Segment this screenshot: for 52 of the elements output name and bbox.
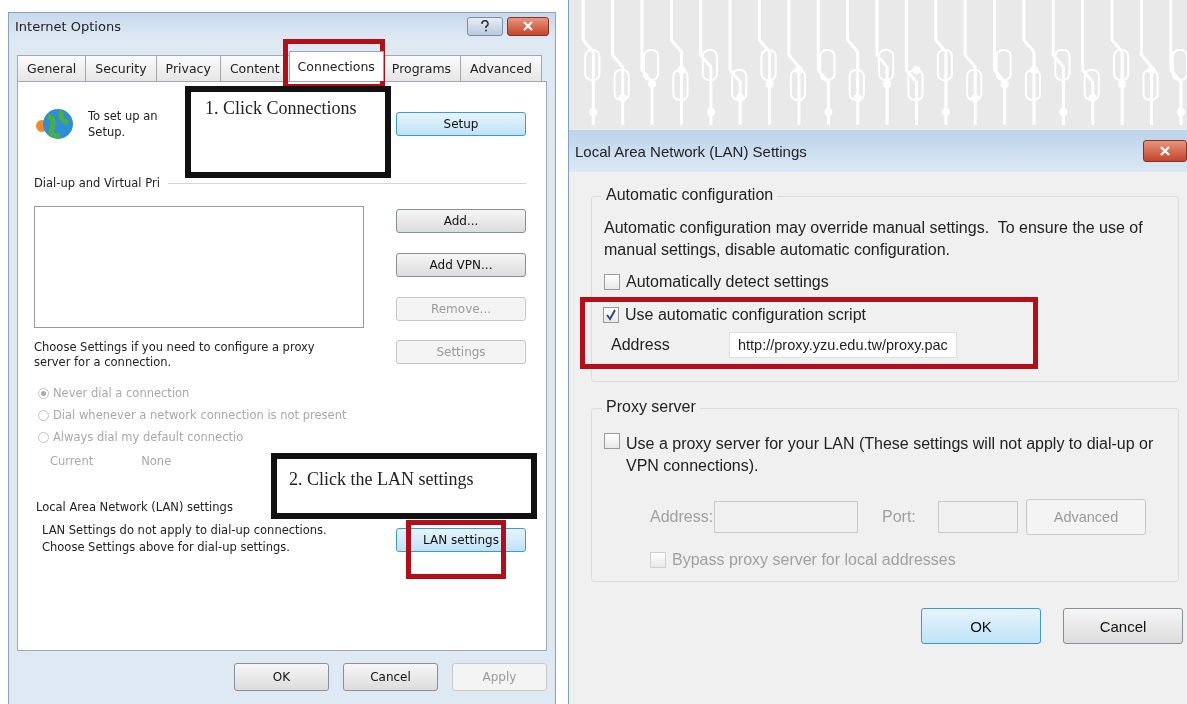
window-title: Internet Options — [15, 18, 121, 34]
close-icon — [522, 21, 534, 31]
field-label: Address: — [650, 508, 714, 526]
dialog-button[interactable]: Cancel — [1063, 608, 1183, 644]
description-text: Automatic configuration may override manual settings. To ensure the use of manual settings, disable automatic configuration. — [604, 218, 1144, 260]
dialog-button[interactable]: LAN settings — [396, 528, 526, 552]
checkbox[interactable] — [603, 307, 619, 323]
lan-text: LAN Settings do not apply to dial-up connections. Choose Settings above for dial-up settings. — [42, 522, 328, 556]
callout-text: 2. Click the LAN settings — [271, 453, 537, 519]
help-icon — [480, 20, 490, 32]
checkbox[interactable] — [604, 274, 620, 290]
dialog-button[interactable]: Setup — [396, 112, 526, 136]
tab[interactable]: Connections — [288, 51, 384, 81]
tab[interactable]: Privacy — [155, 55, 221, 81]
checkbox[interactable] — [604, 433, 620, 449]
section-heading: Local Area Network (LAN) settings — [36, 500, 234, 514]
checkbox-label: Bypass proxy server for local addresses — [672, 551, 956, 569]
field-label: Address — [610, 336, 671, 354]
dialog-button[interactable]: OK — [234, 663, 329, 691]
port-field[interactable] — [938, 501, 1018, 533]
dialog-button[interactable]: Add VPN... — [396, 253, 526, 277]
tab[interactable]: Security — [85, 55, 157, 81]
checkbox-label: Use automatic configuration script — [625, 306, 866, 324]
tab[interactable]: General — [17, 55, 87, 81]
setup-text: To set up an — [88, 108, 158, 124]
close-icon — [1159, 146, 1171, 156]
current-label: Current — [50, 454, 94, 468]
section-heading: Dial-up and Virtual Pri — [34, 176, 160, 190]
current-value: None — [141, 454, 172, 468]
address-field[interactable] — [714, 501, 858, 533]
close-button[interactable] — [1143, 140, 1187, 162]
tab[interactable]: Advanced — [460, 55, 542, 81]
help-button[interactable] — [467, 16, 503, 36]
globe-icon — [34, 106, 76, 142]
dialog-button[interactable]: Add... — [396, 209, 526, 233]
group-label: Proxy server — [602, 398, 700, 416]
proxy-text: Choose Settings if you need to configure a proxy server for a connection. — [34, 340, 316, 370]
callout-text: 1. Click Connections — [185, 86, 391, 178]
address-field[interactable]: http://proxy.yzu.edu.tw/proxy.pac — [729, 332, 957, 358]
connections-list[interactable] — [34, 206, 364, 328]
radio-label: Never dial a connection — [53, 386, 190, 400]
checkbox-label: Automatically detect settings — [626, 273, 829, 291]
window-title: Local Area Network (LAN) Settings — [575, 142, 807, 160]
dialog-button[interactable]: OK — [921, 608, 1041, 644]
field-label: Port: — [882, 508, 917, 526]
checkbox-label: Use a proxy server for your LAN (These settings will not apply to dial-up or VPN connections). — [626, 434, 1155, 476]
radio-label: Dial whenever a network connection is not present — [53, 408, 347, 422]
radio-label: Always dial my default connectio — [53, 430, 244, 444]
dialog-button[interactable]: Cancel — [343, 663, 438, 691]
group-label: Automatic configuration — [602, 186, 778, 204]
setup-text: Setup. — [88, 124, 127, 140]
close-button[interactable] — [507, 16, 549, 36]
